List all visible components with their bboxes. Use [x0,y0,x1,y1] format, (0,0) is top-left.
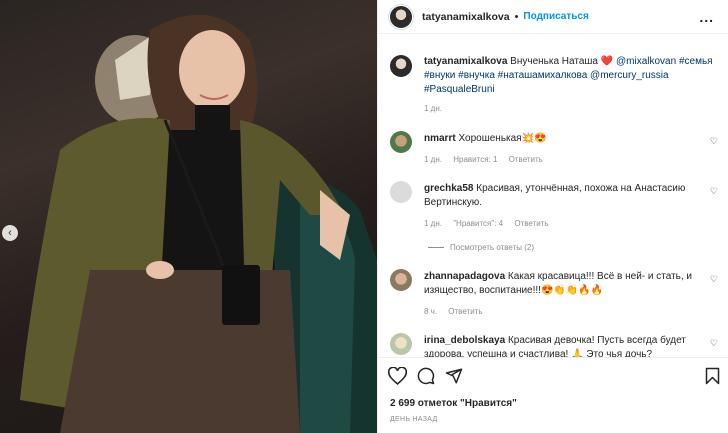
comment-text: irina_debolskaya Красивая девочка! Пусть… [424,334,724,357]
heart-icon[interactable]: ♡ [710,338,718,349]
caption-body: Внученька Наташа ❤️ [510,56,614,67]
post-photo: ‹ [0,0,377,433]
reply-button[interactable]: Ответить [514,219,548,228]
heart-icon[interactable]: ♡ [710,136,718,147]
avatar[interactable] [390,333,412,355]
heart-icon[interactable] [388,367,407,385]
heart-icon[interactable]: ♡ [710,274,718,285]
comment-meta: 8 ч. Ответить [424,307,492,316]
avatar[interactable] [390,269,412,291]
comment-username[interactable]: nmarrt [424,133,456,144]
share-icon[interactable] [445,367,463,385]
avatar[interactable] [390,181,412,203]
avatar[interactable] [390,5,412,28]
comment-time: 1 дн. [424,155,442,164]
comment-meta: 1 дн. Нравится: 1 Ответить [424,155,552,164]
caption-meta: 1 дн. [424,104,451,113]
post-actions: 2 699 отметок "Нравится" День назад [378,357,728,433]
post-header: tatyanamixalkova • Подписаться ... [378,0,728,34]
view-replies-button[interactable]: Посмотреть ответы (2) [450,243,534,252]
comment-meta: 1 дн. "Нравится": 4 Ответить [424,219,558,228]
reply-button[interactable]: Ответить [448,307,482,316]
comment-icon[interactable] [417,367,435,385]
comment-body: Хорошенькая💥😍 [458,133,547,144]
comment-text: grechka58 Красивая, утончённая, похожа н… [424,182,724,210]
follow-button[interactable]: Подписаться [523,11,588,22]
comment-likes[interactable]: "Нравится": 4 [453,219,503,228]
photo-illustration [20,14,377,433]
comment-username[interactable]: zhannapadagova [424,271,505,282]
avatar[interactable] [390,131,412,153]
author-username[interactable]: tatyanamixalkova [422,11,510,23]
caption-time: 1 дн. [424,104,442,113]
comments-list: tatyanamixalkova Внученька Наташа ❤️ @mi… [378,35,728,357]
comment-username[interactable]: irina_debolskaya [424,335,505,346]
reply-button[interactable]: Ответить [509,155,543,164]
more-options-icon[interactable]: ... [699,9,714,25]
post-time: День назад [390,416,438,423]
heart-icon[interactable]: ♡ [710,186,718,197]
likes-count[interactable]: 2 699 отметок "Нравится" [390,398,517,409]
caption-text: tatyanamixalkova Внученька Наташа ❤️ @mi… [424,55,724,97]
comment-text: zhannapadagova Какая красавица!!! Всё в … [424,270,724,298]
chevron-left-icon[interactable]: ‹ [2,225,18,241]
bookmark-icon[interactable] [705,367,720,385]
caption-username[interactable]: tatyanamixalkova [424,56,507,67]
comment-username[interactable]: grechka58 [424,183,473,194]
comment-text: nmarrt Хорошенькая💥😍 [424,132,724,146]
comment-likes[interactable]: Нравится: 1 [453,155,497,164]
comment-time: 1 дн. [424,219,442,228]
separator-dot: • [514,10,519,23]
post-panel: tatyanamixalkova • Подписаться ... tatya… [377,0,728,433]
avatar[interactable] [390,55,412,77]
comment-time: 8 ч. [424,307,438,316]
